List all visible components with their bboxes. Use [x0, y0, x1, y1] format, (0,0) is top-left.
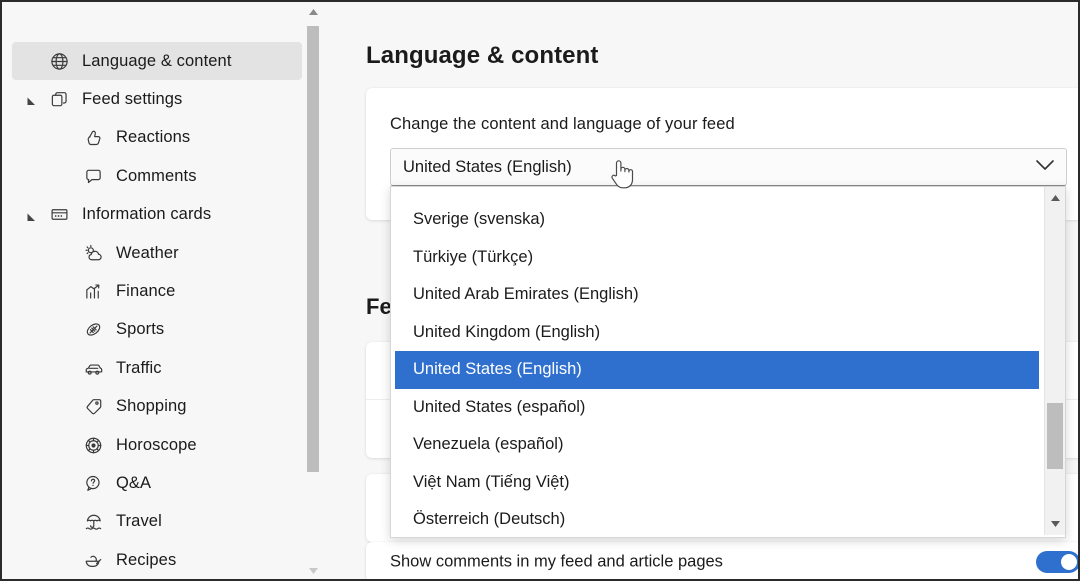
card-icon: [48, 204, 70, 226]
scroll-down-arrow-icon[interactable]: [306, 563, 320, 579]
travel-umbrella-icon: [82, 511, 104, 533]
scroll-up-arrow-icon[interactable]: [306, 4, 320, 20]
sidebar-item-label: Feed settings: [82, 90, 182, 109]
sidebar-item-label: Horoscope: [116, 436, 197, 455]
sidebar-item-recipes[interactable]: Recipes: [12, 541, 302, 579]
dropdown-option[interactable]: Venezuela (español): [395, 426, 1039, 464]
language-combobox-value: United States (English): [403, 158, 572, 177]
sidebar-scrollbar-thumb[interactable]: [307, 26, 319, 472]
sidebar-item-label: Q&A: [116, 474, 151, 493]
globe-icon: [48, 50, 70, 72]
dropdown-option[interactable]: Việt Nam (Tiếng Việt): [395, 464, 1039, 502]
sidebar-item-label: Comments: [116, 167, 197, 186]
comment-icon: [82, 165, 104, 187]
dropdown-option-selected[interactable]: United States (English): [395, 351, 1039, 389]
recipes-bowl-icon: [82, 549, 104, 571]
page-title: Language & content: [366, 42, 598, 70]
sidebar-item-label: Travel: [116, 512, 162, 531]
sidebar-item-label: Weather: [116, 244, 179, 263]
sidebar-item-label: Information cards: [82, 205, 211, 224]
sidebar-item-horoscope[interactable]: Horoscope: [12, 426, 302, 464]
horoscope-icon: [82, 434, 104, 456]
traffic-car-icon: [82, 357, 104, 379]
sidebar-item-label: Language & content: [82, 52, 232, 71]
sidebar-item-comments[interactable]: Comments: [12, 157, 302, 195]
language-combobox[interactable]: United States (English): [390, 148, 1067, 186]
sports-icon: [82, 319, 104, 341]
dropdown-option-label: United Arab Emirates (English): [413, 285, 639, 304]
dropdown-option-label: Việt Nam (Tiếng Việt): [413, 473, 570, 492]
feed-settings-section-title: Fe: [366, 294, 392, 320]
sidebar-item-finance[interactable]: Finance: [12, 272, 302, 310]
dropdown-option-label: United Kingdom (English): [413, 323, 600, 342]
dropdown-option[interactable]: United Kingdom (English): [395, 314, 1039, 352]
dropdown-scrollbar-thumb[interactable]: [1047, 403, 1063, 469]
sidebar-item-information-cards[interactable]: Information cards: [12, 196, 302, 234]
dropdown-option-label: Sverige (svenska): [413, 210, 545, 229]
language-dropdown-popup: Sverige (svenska) Türkiye (Türkçe) United …: [390, 186, 1066, 538]
question-bubble-icon: [82, 472, 104, 494]
sidebar-item-shopping[interactable]: Shopping: [12, 388, 302, 426]
sidebar-item-reactions[interactable]: Reactions: [12, 119, 302, 157]
chevron-down-icon: [1036, 158, 1054, 176]
app-window: Language & content Feed settings Reactions…: [0, 0, 1080, 581]
dropdown-option-label: Österreich (Deutsch): [413, 510, 565, 529]
sidebar-item-label: Sports: [116, 320, 164, 339]
language-card-label: Change the content and language of your …: [390, 115, 735, 134]
sidebar-item-traffic[interactable]: Traffic: [12, 349, 302, 387]
toggle-knob: [1061, 554, 1077, 570]
weather-icon: [82, 242, 104, 264]
show-comments-label: Show comments in my feed and article pag…: [390, 553, 723, 572]
dropdown-option[interactable]: Österreich (Deutsch): [395, 501, 1039, 538]
expand-triangle-icon[interactable]: [26, 93, 38, 105]
dropdown-option[interactable]: Sverige (svenska): [395, 201, 1039, 239]
sidebar-item-label: Finance: [116, 282, 175, 301]
copy-icon: [48, 88, 70, 110]
sidebar-item-language-content[interactable]: Language & content: [12, 42, 302, 80]
sidebar-item-label: Recipes: [116, 551, 176, 570]
dropdown-option[interactable]: Türkiye (Türkçe): [395, 239, 1039, 277]
sidebar-item-label: Traffic: [116, 359, 162, 378]
dropdown-option-label: United States (English): [413, 360, 582, 379]
thumbs-up-icon: [82, 127, 104, 149]
sidebar-item-travel[interactable]: Travel: [12, 503, 302, 541]
dropdown-option-label: Türkiye (Türkçe): [413, 248, 533, 267]
sidebar-item-q-a[interactable]: Q&A: [12, 464, 302, 502]
scroll-down-arrow-icon[interactable]: [1045, 515, 1065, 533]
sidebar-scrollbar[interactable]: [306, 4, 320, 579]
sidebar-item-label: Shopping: [116, 397, 187, 416]
dropdown-option[interactable]: United Arab Emirates (English): [395, 276, 1039, 314]
language-option-list: Sverige (svenska) Türkiye (Türkçe) United …: [391, 187, 1043, 538]
sidebar-item-label: Reactions: [116, 128, 190, 147]
expand-triangle-icon[interactable]: [26, 209, 38, 221]
dropdown-scrollbar[interactable]: [1044, 187, 1065, 535]
show-comments-row: Show comments in my feed and article pag…: [366, 542, 1078, 579]
settings-sidebar: Language & content Feed settings Reactions…: [2, 2, 328, 579]
sidebar-item-feed-settings[interactable]: Feed settings: [12, 80, 302, 118]
sidebar-item-sports[interactable]: Sports: [12, 311, 302, 349]
sidebar-item-weather[interactable]: Weather: [12, 234, 302, 272]
show-comments-toggle[interactable]: [1036, 551, 1078, 573]
dropdown-option-label: United States (español): [413, 398, 585, 417]
tag-icon: [82, 396, 104, 418]
dropdown-option-label: Venezuela (español): [413, 435, 563, 454]
dropdown-option[interactable]: United States (español): [395, 389, 1039, 427]
finance-chart-icon: [82, 280, 104, 302]
scroll-up-arrow-icon[interactable]: [1045, 189, 1065, 207]
